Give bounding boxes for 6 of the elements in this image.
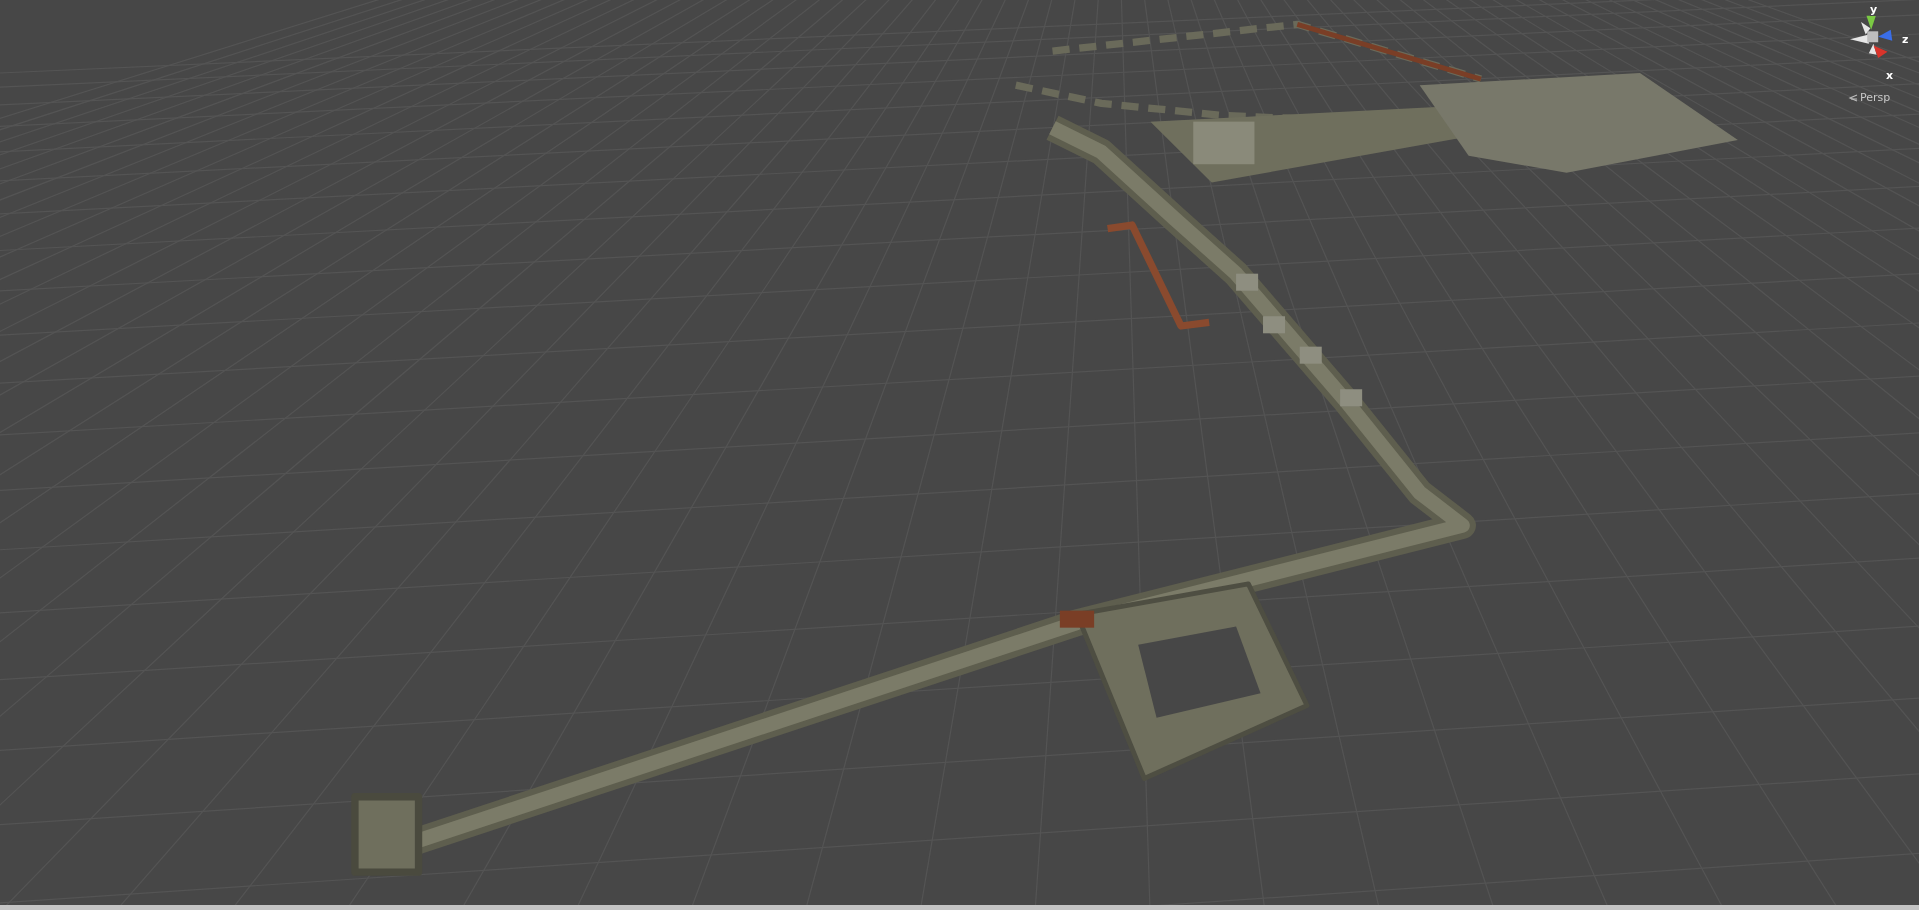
axis-label: x	[1886, 70, 1894, 82]
chevron-left-icon	[1848, 92, 1858, 103]
scene-view[interactable]: y z x Persp	[0, 0, 1919, 910]
axis-label: z	[1902, 34, 1909, 46]
projection-toggle[interactable]: Persp	[1848, 91, 1891, 104]
axis-label: y	[1870, 4, 1878, 16]
